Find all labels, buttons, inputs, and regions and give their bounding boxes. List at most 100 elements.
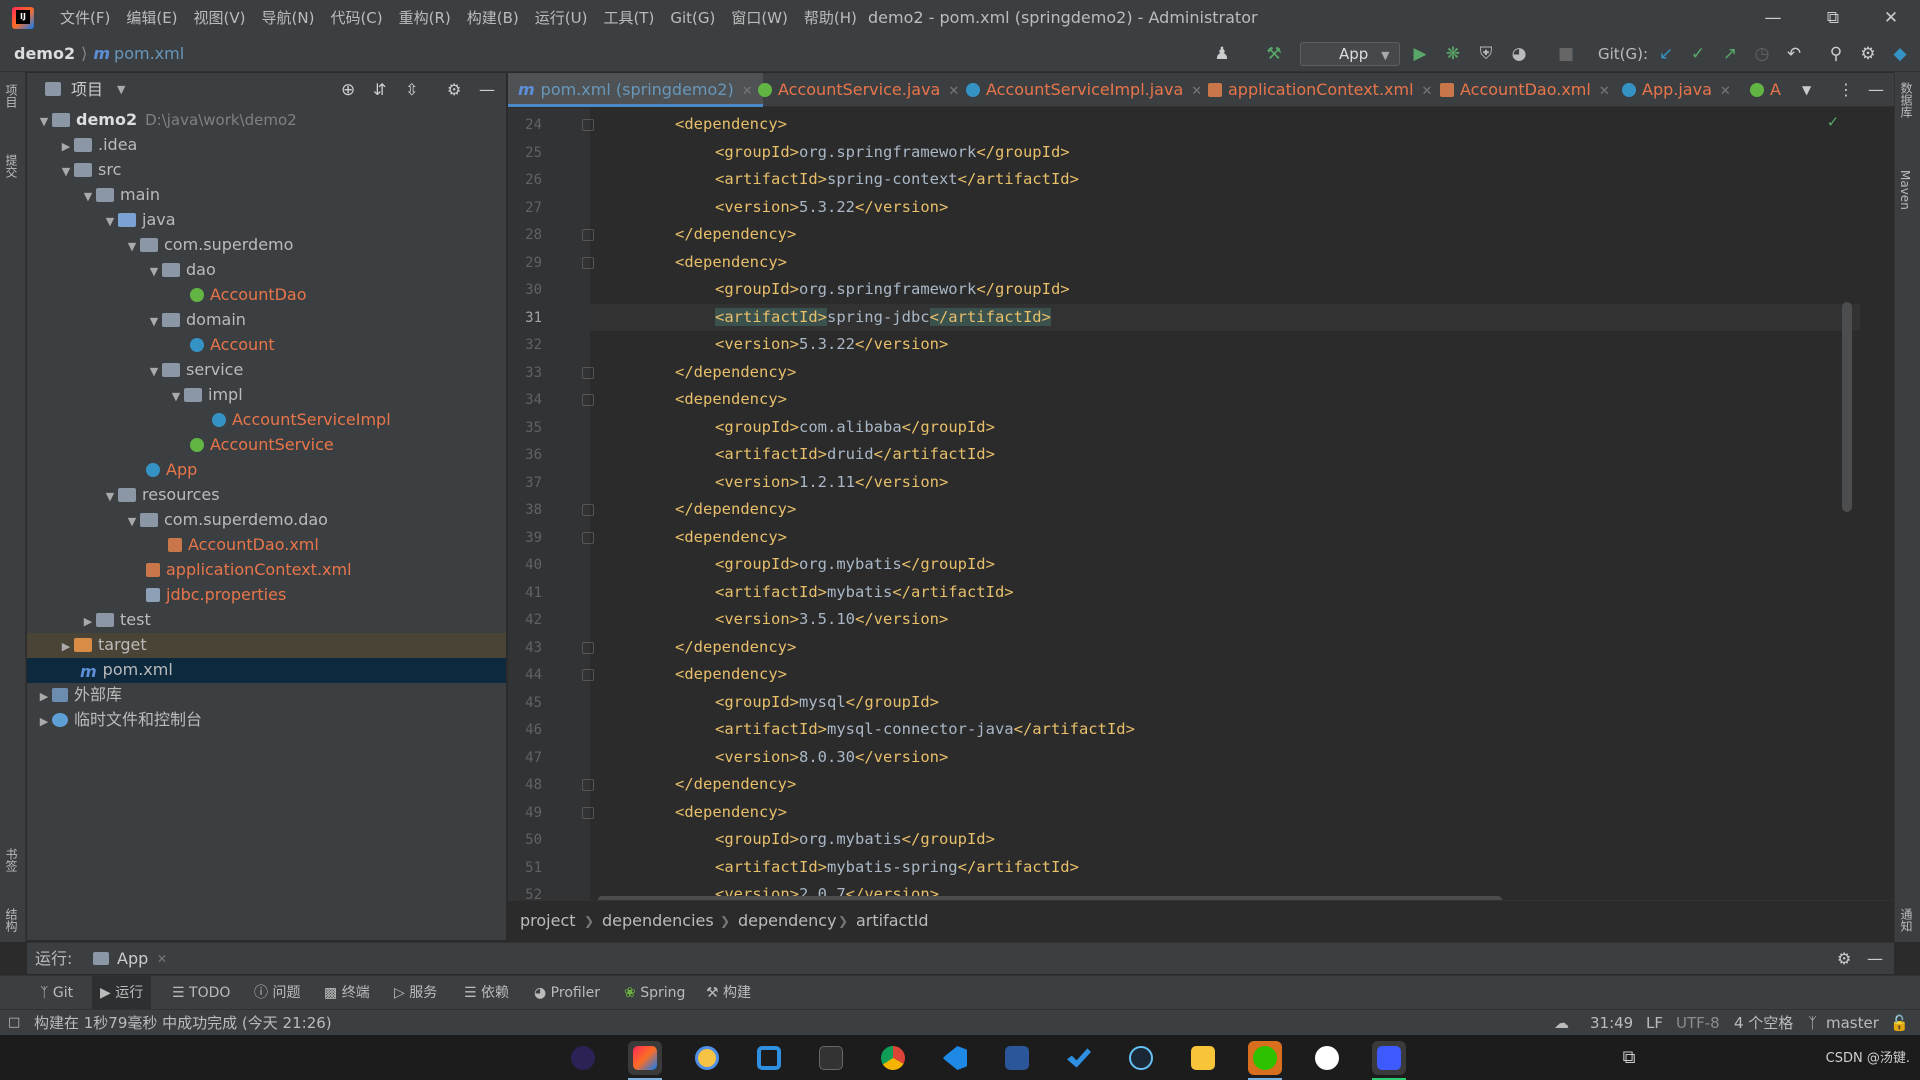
line-number[interactable]: 25 <box>508 145 542 161</box>
breadcrumb-artifactid[interactable]: artifactId <box>856 901 928 941</box>
line-number[interactable]: 26 <box>508 172 542 188</box>
menu-edit[interactable]: 编辑(E) <box>118 0 185 36</box>
search-icon[interactable]: ⚲ <box>1826 44 1846 64</box>
line-separator[interactable]: LF <box>1646 1010 1663 1036</box>
line-number[interactable]: 32 <box>508 337 542 353</box>
collapsed-arrow-icon[interactable]: ▶ <box>36 684 52 709</box>
tool-run[interactable]: ▶ 运行 <box>92 976 152 1010</box>
tree-node-domain[interactable]: ▼ domain <box>146 307 246 332</box>
gear-icon[interactable]: ⚙ <box>1837 943 1851 975</box>
code-line[interactable]: </dependency> <box>675 496 796 523</box>
tool-spring[interactable]: ❀ Spring <box>624 976 685 1010</box>
taskbar-player-icon[interactable] <box>1372 1041 1406 1075</box>
lock-icon[interactable]: 🔓 <box>1890 1010 1909 1036</box>
tree-node-applicationcontext-xml[interactable]: applicationContext.xml <box>130 557 352 582</box>
cloud-sync-icon[interactable]: ☁ <box>1554 1010 1569 1036</box>
hide-editor-icon[interactable]: — <box>1868 73 1884 107</box>
tabs-dropdown-icon[interactable]: ▼ <box>1802 73 1811 107</box>
collapse-all-icon[interactable]: ⇳ <box>405 73 418 107</box>
taskbar-chrome-icon[interactable] <box>876 1041 910 1075</box>
code-line[interactable]: </dependency> <box>675 221 796 248</box>
status-message[interactable]: 构建在 1秒79毫秒 中成功完成 (今天 21:26) <box>34 1010 332 1036</box>
fold-marker-icon[interactable] <box>582 366 594 379</box>
code-editor[interactable]: <dependency> <groupId>org.springframework… <box>590 108 1860 903</box>
code-line[interactable]: <artifactId>mysql-connector-java</artifa… <box>715 716 1135 743</box>
tool-profiler[interactable]: ◕ Profiler <box>534 976 600 1010</box>
line-number[interactable]: 39 <box>508 530 542 546</box>
taskbar-wechat-icon[interactable] <box>1248 1041 1282 1075</box>
git-push-icon[interactable]: ↗ <box>1720 44 1740 64</box>
breadcrumb-dependency[interactable]: dependency <box>738 901 837 941</box>
side-tab-project[interactable]: 项目 <box>3 84 20 108</box>
tree-node-accountdao-xml[interactable]: AccountDao.xml <box>152 532 319 557</box>
code-line[interactable]: <dependency> <box>675 386 787 413</box>
tree-node-account[interactable]: Account <box>174 332 275 357</box>
tool-services[interactable]: ▷ 服务 <box>394 976 437 1010</box>
line-number[interactable]: 35 <box>508 420 542 436</box>
side-tab-notifications[interactable]: 通知 <box>1898 908 1915 932</box>
nav-project[interactable]: demo2 <box>14 44 75 63</box>
user-icon[interactable]: ♟ <box>1212 44 1232 64</box>
chevron-down-icon[interactable]: ▼ <box>117 73 125 107</box>
line-number[interactable]: 50 <box>508 832 542 848</box>
tab-app-java[interactable]: App.java ✕ <box>1622 73 1731 107</box>
tree-node-accountservice[interactable]: AccountService <box>174 432 334 457</box>
side-tab-commit[interactable]: 提交 <box>3 154 20 178</box>
line-number[interactable]: 46 <box>508 722 542 738</box>
line-number[interactable]: 40 <box>508 557 542 573</box>
expanded-arrow-icon[interactable]: ▼ <box>146 359 162 384</box>
line-number[interactable]: 28 <box>508 227 542 243</box>
git-history-icon[interactable]: ◷ <box>1752 44 1772 64</box>
tree-node-accountserviceimpl[interactable]: AccountServiceImpl <box>196 407 391 432</box>
tool-build[interactable]: ⚒ 构建 <box>706 976 751 1010</box>
taskbar-vscode-icon[interactable] <box>938 1041 972 1075</box>
minimize-button[interactable]: — <box>1744 0 1802 36</box>
tree-node-jdbc-properties[interactable]: jdbc.properties <box>130 582 286 607</box>
menu-run[interactable]: 运行(U) <box>527 0 596 36</box>
code-line[interactable]: <artifactId>mybatis</artifactId> <box>715 579 1014 606</box>
close-window-button[interactable]: ✕ <box>1862 0 1920 36</box>
side-tab-maven[interactable]: Maven <box>1898 170 1912 210</box>
expand-all-icon[interactable]: ⇵ <box>373 73 386 107</box>
code-line[interactable]: </dependency> <box>675 634 796 661</box>
menu-window[interactable]: 窗口(W) <box>723 0 796 36</box>
run-config-dropdown[interactable]: App ▼ <box>1300 42 1400 66</box>
code-line[interactable]: <groupId>org.springframework</groupId> <box>715 139 1070 166</box>
expanded-arrow-icon[interactable]: ▼ <box>168 384 184 409</box>
line-number[interactable]: 44 <box>508 667 542 683</box>
tree-node-service[interactable]: ▼ service <box>146 357 244 384</box>
code-line[interactable]: </dependency> <box>675 771 796 798</box>
menu-git[interactable]: Git(G) <box>662 0 723 36</box>
expanded-arrow-icon[interactable]: ▼ <box>146 309 162 334</box>
fold-marker-icon[interactable] <box>582 504 594 516</box>
tree-node-com-superdemo[interactable]: ▼ com.superdemo <box>124 232 294 259</box>
expanded-arrow-icon[interactable]: ▼ <box>124 234 140 259</box>
menu-code[interactable]: 代码(C) <box>322 0 390 36</box>
code-line[interactable]: </dependency> <box>675 359 796 386</box>
close-tab-icon[interactable]: ✕ <box>157 943 167 975</box>
taskbar-terminal-icon[interactable] <box>814 1041 848 1075</box>
line-number[interactable]: 31 <box>508 310 542 326</box>
code-line[interactable]: <dependency> <box>675 661 787 688</box>
vertical-scrollbar[interactable] <box>1842 302 1852 512</box>
tree-node-java[interactable]: ▼ java <box>102 207 176 232</box>
taskbar-word-icon[interactable] <box>1000 1041 1034 1075</box>
more-options-icon[interactable]: ⋮ <box>1838 73 1854 107</box>
line-number[interactable]: 36 <box>508 447 542 463</box>
expanded-arrow-icon[interactable]: ▼ <box>146 259 162 284</box>
tree-node-pom-xml[interactable]: m pom.xml <box>80 657 173 682</box>
expanded-arrow-icon[interactable]: ▼ <box>102 209 118 234</box>
line-number[interactable]: 49 <box>508 805 542 821</box>
collapsed-arrow-icon[interactable]: ▶ <box>80 609 96 634</box>
side-tab-bookmarks[interactable]: 书签 <box>3 848 20 872</box>
side-tab-structure[interactable]: 结构 <box>3 908 20 932</box>
collapsed-arrow-icon[interactable]: ▶ <box>58 634 74 659</box>
code-line[interactable]: <groupId>org.springframework</groupId> <box>715 276 1070 303</box>
inspection-ok-icon[interactable]: ✓ <box>1828 112 1838 132</box>
fold-marker-icon[interactable] <box>582 779 594 791</box>
line-number[interactable]: 29 <box>508 255 542 271</box>
expanded-arrow-icon[interactable]: ▼ <box>102 484 118 509</box>
tree-node-target[interactable]: ▶ target <box>58 632 147 657</box>
code-line[interactable]: <version>5.3.22</version> <box>715 331 948 358</box>
tool-terminal[interactable]: ▩ 终端 <box>324 976 370 1010</box>
